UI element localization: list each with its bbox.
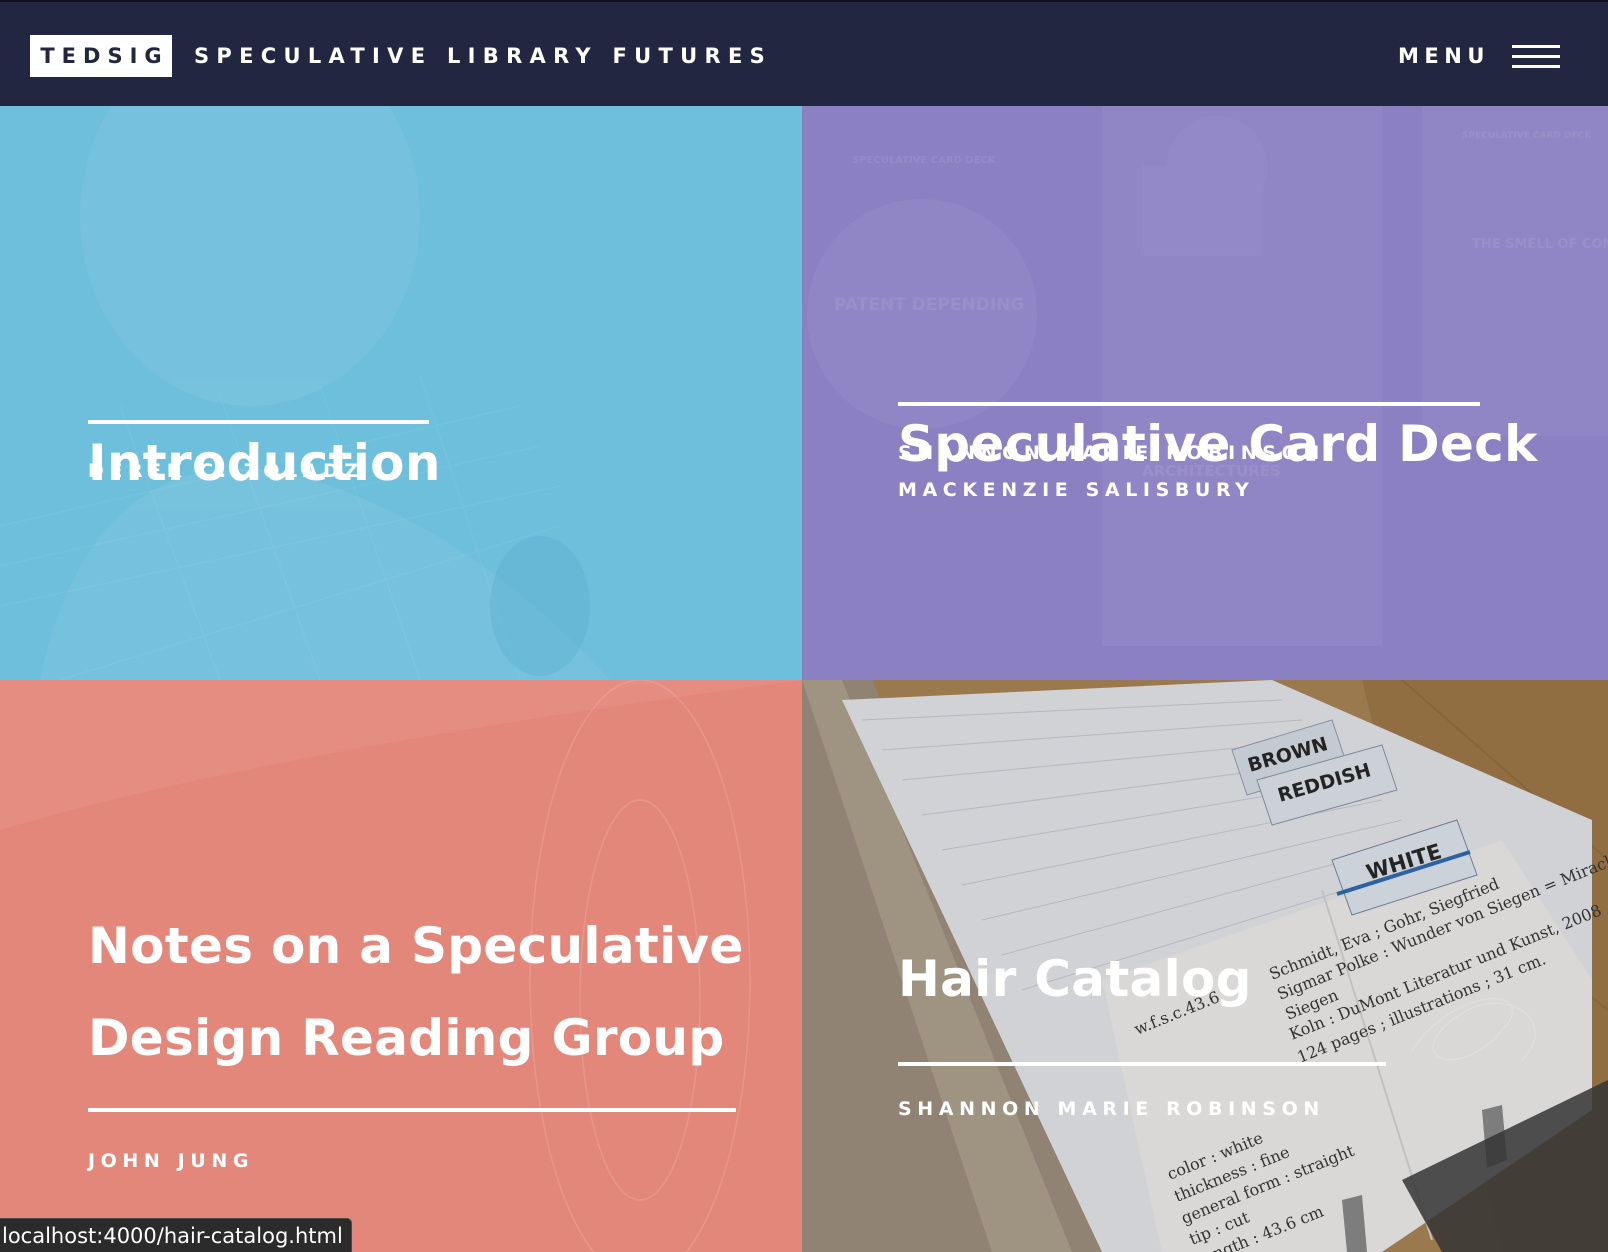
card-deck-background-image: SPECULATIVE CARD DECK SPECULATIVE CARD D… <box>807 106 1608 646</box>
title-underline <box>88 1108 736 1112</box>
menu-button[interactable]: MENU <box>1396 38 1566 74</box>
portrait-background-image <box>0 106 610 680</box>
tile-author[interactable]: SHANNON MARIE ROBINSON <box>898 435 1325 472</box>
card-text-line: Sigmar Polke : Wunder von Siegen = Mirac… <box>1274 840 1608 1003</box>
card-text-line: Siegen <box>1282 985 1341 1023</box>
card-text-line: length : 43.6 cm <box>1196 1202 1326 1252</box>
title-underline <box>88 420 429 424</box>
background-card-text: SPECULATIVE CARD DECK <box>852 155 997 166</box>
background-card-text: THE SMELL OF CONTROL <box>1472 237 1608 252</box>
tab-label: BROWN <box>1245 733 1330 777</box>
hamburger-icon <box>1512 45 1560 69</box>
site-title[interactable]: SPECULATIVE LIBRARY FUTURES <box>194 42 772 70</box>
link-preview-status-bar: localhost:4000/hair-catalog.html <box>0 1218 352 1252</box>
tile-speculative-design-reading-group[interactable]: Notes on a Speculative Design Reading Gr… <box>0 680 802 1252</box>
tile-author[interactable]: JOHN JUNG <box>88 1143 254 1180</box>
tile-title[interactable]: Hair Catalog <box>898 933 1252 1025</box>
card-text-line: color : white <box>1164 1128 1265 1184</box>
card-text-line: Schmidt, Eva ; Gohr, Siegfried <box>1266 874 1501 984</box>
card-text-line: Koln : DuMont Literatur und Kunst, 2008 <box>1286 901 1604 1044</box>
tile-speculative-card-deck[interactable]: SPECULATIVE CARD DECK SPECULATIVE CARD D… <box>802 106 1608 680</box>
tab-label: REDDISH <box>1275 759 1373 807</box>
card-text-line: general form : straight <box>1178 1141 1357 1228</box>
title-underline <box>898 402 1480 406</box>
title-underline <box>898 1062 1386 1066</box>
tile-hair-catalog[interactable]: BROWN REDDISH WHITE Schmidt, Eva ; Gohr,… <box>802 680 1608 1252</box>
card-text-line: 124 pages ; illustrations ; 31 cm. <box>1294 949 1548 1066</box>
tile-title-line: Design Reading Group <box>88 1009 725 1067</box>
tile-author[interactable]: SHANNON MARIE ROBINSON <box>898 1091 1325 1128</box>
site-header: TEDSIG SPECULATIVE LIBRARY FUTURES MENU <box>0 0 1608 106</box>
tile-author[interactable]: MACKENZIE SALISBURY <box>898 472 1255 509</box>
card-text-line: thickness : fine <box>1171 1142 1292 1206</box>
site-logo[interactable]: TEDSIG <box>30 35 172 77</box>
background-card-text: PATENT DEPENDING <box>834 295 1024 315</box>
background-card-text: SPECULATIVE CARD DECK <box>1462 131 1592 141</box>
menu-label: MENU <box>1398 44 1490 68</box>
tile-title[interactable]: Notes on a Speculative Design Reading Gr… <box>88 900 744 1084</box>
tile-title-line: Notes on a Speculative <box>88 917 744 975</box>
tile-introduction[interactable]: Introduction DEREK C. ZOLADZ <box>0 106 802 680</box>
tile-author[interactable]: DEREK C. ZOLADZ <box>88 453 364 490</box>
tab-label: WHITE <box>1363 839 1444 885</box>
card-text-line: tip : cut <box>1186 1207 1252 1248</box>
